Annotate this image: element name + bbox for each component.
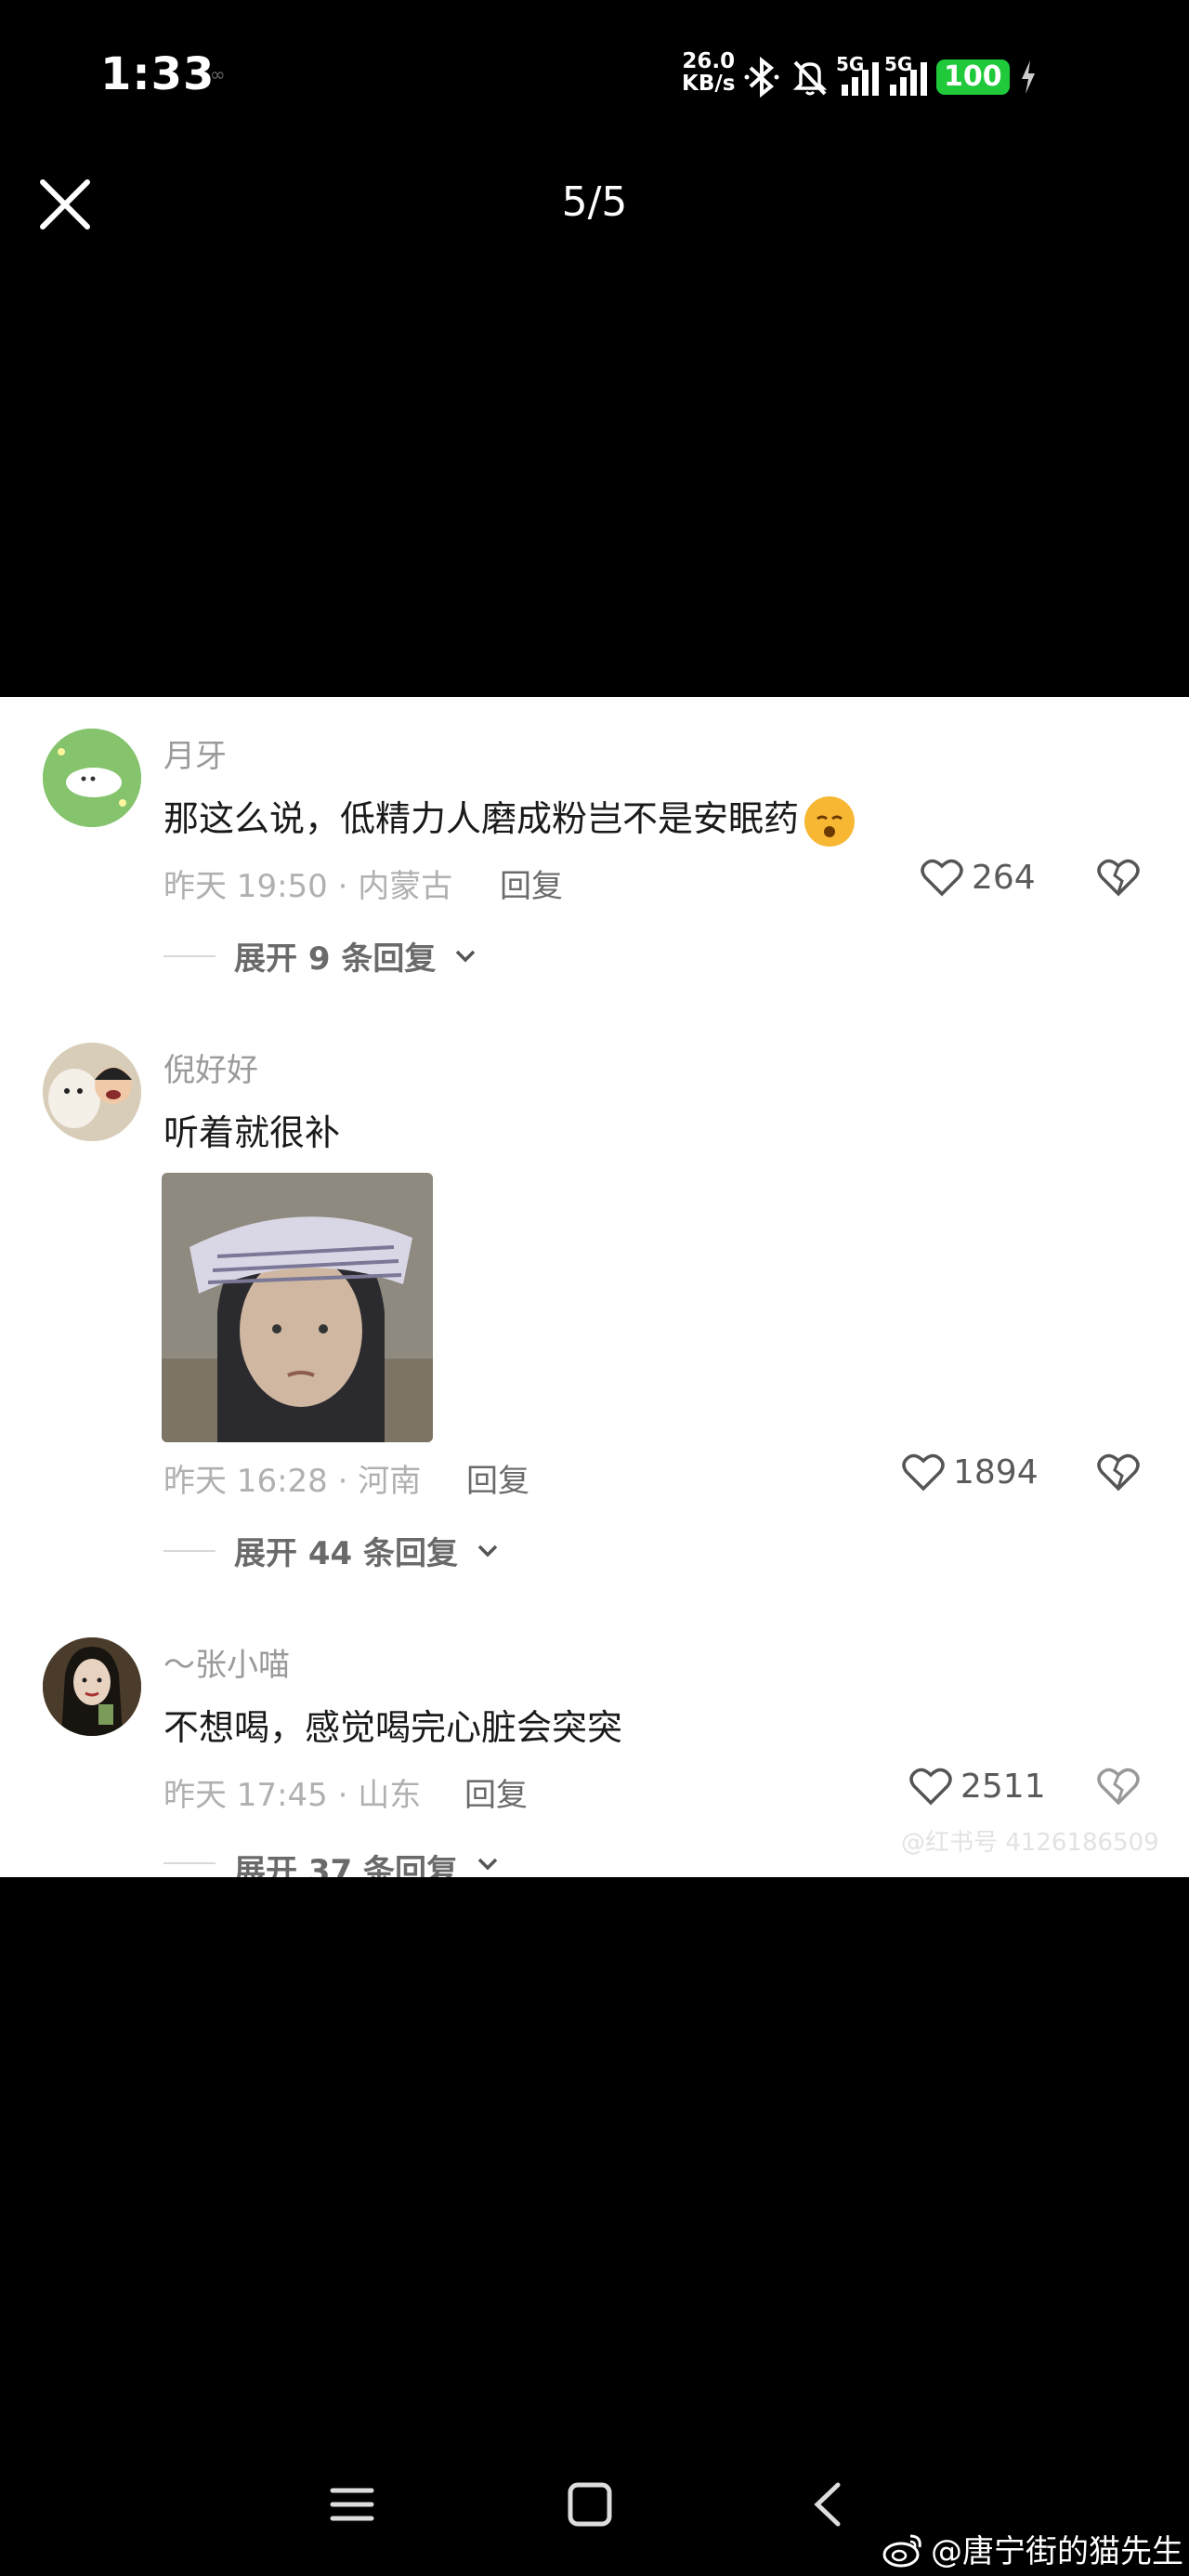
sleepy-emoji-icon — [804, 795, 856, 847]
avatar-image — [43, 1637, 141, 1736]
image-counter: 5/5 — [561, 178, 628, 226]
expand-replies[interactable]: 展开 9 条回复 — [163, 933, 477, 979]
status-icons: 5G 5G 100 — [743, 53, 1038, 100]
signal-1-icon: 5G — [836, 53, 879, 96]
avatar-image — [43, 729, 141, 827]
comment-text: 听着就很补 — [163, 1112, 341, 1153]
comment-meta: 昨天 17:45 · 山东 — [163, 1777, 422, 1814]
faint-watermark: @红书号 4126186509 — [901, 1829, 1159, 1857]
reply-button[interactable]: 回复 — [500, 861, 563, 906]
divider-line — [163, 954, 216, 957]
comment-image-photo — [162, 1173, 433, 1442]
like-button[interactable]: 264 — [920, 857, 1036, 898]
notification-icon: ∞ — [210, 63, 226, 85]
heart-icon — [902, 1453, 945, 1492]
comment-image[interactable] — [162, 1173, 433, 1442]
broken-heart-icon[interactable] — [1096, 857, 1141, 898]
weibo-credit: @唐宁街的猫先生 — [882, 2526, 1183, 2571]
divider-line — [163, 1549, 216, 1552]
net-type-1: 5G — [836, 53, 865, 75]
network-speed-value: 26.0 — [682, 49, 736, 73]
expand-replies-label: 展开 9 条回复 — [234, 940, 437, 978]
back-chevron-icon[interactable] — [810, 2481, 847, 2528]
chevron-down-icon — [477, 1858, 498, 1871]
like-button[interactable]: 2511 — [908, 1766, 1046, 1807]
home-square-icon[interactable] — [567, 2481, 613, 2528]
bluetooth-icon — [744, 57, 779, 98]
chevron-down-icon — [456, 950, 476, 962]
comment-text-body: 那这么说，低精力人磨成粉岂不是安眠药 — [163, 798, 800, 839]
network-speed: 26.0 KB/s — [682, 50, 735, 95]
weibo-logo — [882, 2534, 921, 2567]
network-speed-unit: KB/s — [682, 72, 736, 96]
reply-button[interactable]: 回复 — [466, 1455, 529, 1501]
battery-indicator: 100 — [936, 59, 1010, 95]
like-count: 2511 — [960, 1767, 1046, 1806]
comment-username[interactable]: 月牙 — [163, 730, 227, 776]
comment-username[interactable]: 倪好好 — [163, 1045, 258, 1090]
expand-replies[interactable]: 展开 37 条回复 — [163, 1846, 499, 1877]
status-time: 1:33 — [100, 48, 216, 100]
avatar — [43, 1637, 141, 1736]
divider-line — [163, 1862, 216, 1864]
expand-replies-label: 展开 37 条回复 — [234, 1853, 458, 1877]
avatar — [43, 1043, 141, 1141]
reply-button[interactable]: 回复 — [464, 1769, 528, 1815]
mute-bell-icon — [792, 60, 828, 96]
broken-heart-icon[interactable] — [1096, 1452, 1141, 1492]
broken-heart-icon[interactable] — [1096, 1766, 1141, 1807]
heart-icon — [921, 859, 963, 897]
like-count: 1894 — [953, 1452, 1039, 1492]
comment-meta: 昨天 19:50 · 内蒙古 — [163, 868, 453, 905]
menu-icon[interactable] — [329, 2481, 375, 2528]
like-count: 264 — [972, 858, 1036, 897]
expand-replies-label: 展开 44 条回复 — [234, 1535, 458, 1572]
avatar — [43, 729, 141, 827]
avatar-image — [43, 1043, 141, 1141]
comment-username[interactable]: ～张小喵 — [163, 1639, 290, 1685]
net-type-2: 5G — [884, 53, 913, 75]
signal-2-icon: 5G — [884, 53, 927, 96]
comment-text: 那这么说，低精力人磨成粉岂不是安眠药 — [163, 790, 856, 847]
comment-screenshot: 月牙 那这么说，低精力人磨成粉岂不是安眠药 昨天 19:50 · 内蒙古 回复 … — [0, 697, 1189, 1877]
chevron-down-icon — [477, 1544, 498, 1557]
credit-text: @唐宁街的猫先生 — [931, 2533, 1183, 2570]
heart-icon — [909, 1768, 952, 1806]
charging-icon — [1021, 60, 1035, 94]
comment-text: 不想喝，感觉喝完心脏会突突 — [163, 1707, 623, 1748]
comment-meta: 昨天 16:28 · 河南 — [163, 1463, 422, 1500]
like-button[interactable]: 1894 — [901, 1452, 1039, 1492]
expand-replies[interactable]: 展开 44 条回复 — [163, 1528, 499, 1573]
